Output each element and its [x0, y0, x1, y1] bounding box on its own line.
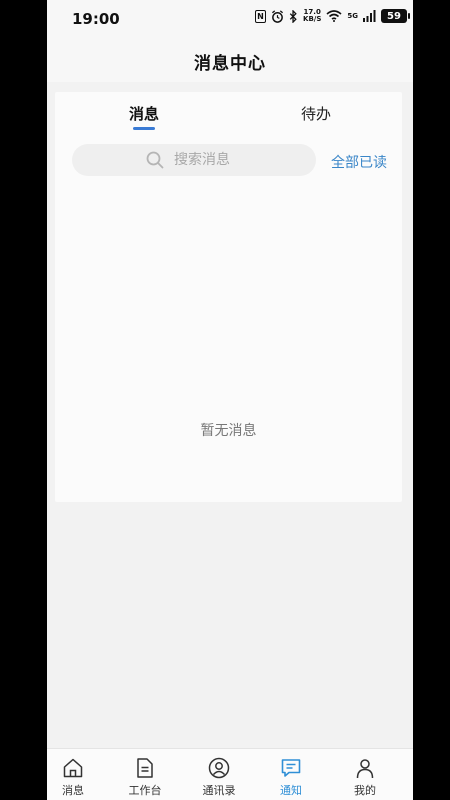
tab-messages[interactable]: 消息	[129, 103, 159, 124]
bottom-nav: 消息 工作台 通讯录 通知 我的	[47, 748, 413, 800]
contact-icon	[208, 757, 230, 779]
tab-active-indicator	[133, 127, 155, 130]
nav-item-profile[interactable]: 我的	[335, 757, 395, 798]
search-box[interactable]	[72, 144, 316, 176]
nav-label: 我的	[354, 784, 376, 797]
status-icons: N 17.0 KB/S 5G 59	[255, 9, 410, 23]
net-speed-unit: KB/S	[303, 15, 322, 23]
nav-item-notifications[interactable]: 通知	[261, 757, 321, 798]
status-bar: 19:00 N 17.0 KB/S 5G 59	[47, 0, 413, 40]
nfc-icon: N	[255, 9, 267, 23]
status-time: 19:00	[72, 10, 120, 28]
phone-screen: 19:00 N 17.0 KB/S 5G 59 消息中心 消息 待办 搜索消息 …	[47, 0, 413, 800]
message-card: 消息 待办 全部已读 暂无消息	[55, 92, 402, 502]
network-type: 5G	[347, 12, 358, 20]
bluetooth-icon	[289, 9, 297, 23]
battery-icon: 59	[381, 9, 410, 23]
wifi-icon	[326, 10, 342, 22]
search-input[interactable]	[172, 151, 242, 169]
nav-item-contacts[interactable]: 通讯录	[189, 757, 249, 798]
nav-label: 消息	[62, 784, 84, 797]
header: 消息中心	[47, 40, 413, 82]
alarm-icon	[272, 9, 284, 23]
page-title: 消息中心	[194, 53, 266, 74]
home-icon	[63, 758, 83, 778]
nav-item-messages[interactable]: 消息	[47, 757, 103, 798]
nav-label: 工作台	[128, 784, 162, 797]
nav-item-workbench[interactable]: 工作台	[115, 757, 175, 798]
nav-label: 通讯录	[202, 784, 236, 797]
signal-icon	[363, 10, 376, 22]
person-icon	[356, 759, 374, 779]
tab-bar: 消息 待办	[55, 92, 402, 138]
search-row: 全部已读	[55, 144, 402, 178]
search-icon	[146, 151, 164, 169]
chat-icon	[281, 759, 301, 777]
empty-state-text: 暂无消息	[200, 423, 257, 439]
mark-all-read-button[interactable]: 全部已读	[331, 152, 387, 172]
document-icon	[137, 758, 153, 778]
nav-label: 通知	[280, 784, 302, 797]
tab-todo[interactable]: 待办	[301, 103, 331, 124]
net-speed: 17.0 KB/S	[303, 9, 321, 23]
